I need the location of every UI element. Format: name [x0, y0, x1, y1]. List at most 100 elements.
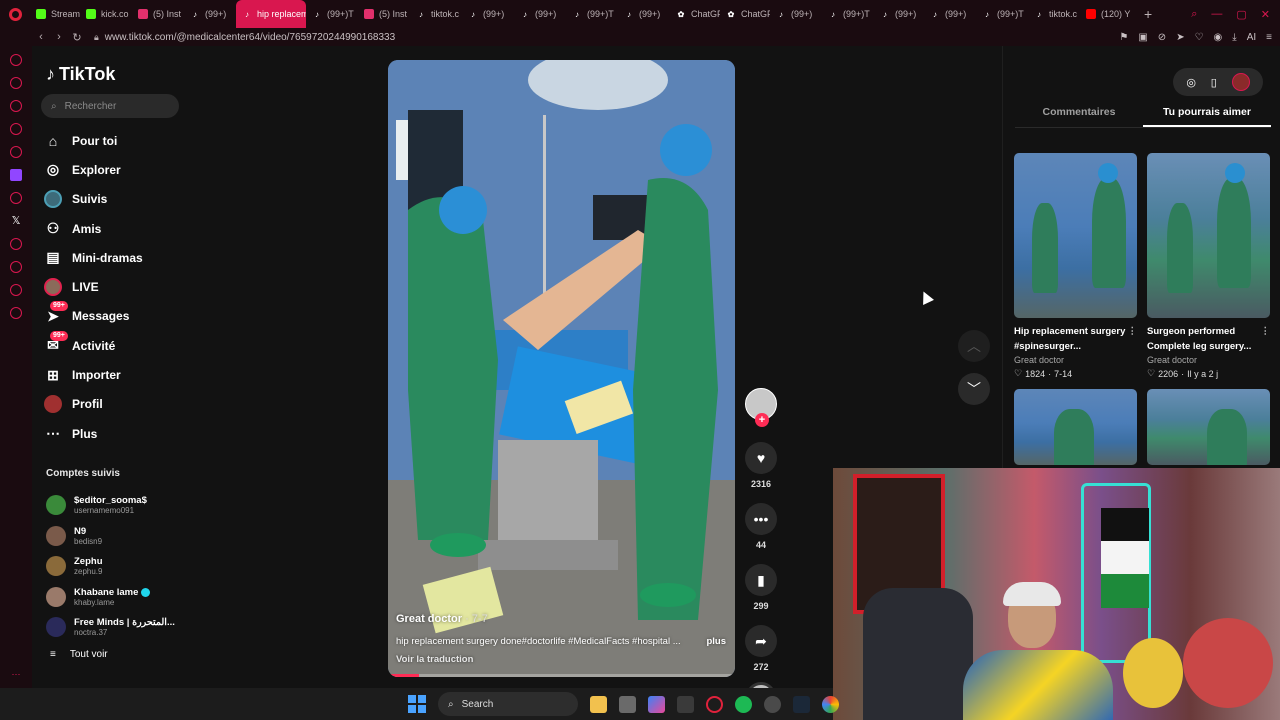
- card-menu-icon[interactable]: ⋮: [1261, 324, 1271, 354]
- user-avatar[interactable]: [1231, 73, 1250, 91]
- recommended-video-card[interactable]: Surgeon performed Complete leg surgery..…: [1147, 153, 1270, 379]
- caption-more-link[interactable]: plus: [706, 636, 726, 647]
- reload-icon[interactable]: ↻: [68, 31, 86, 44]
- browser-tab[interactable]: ♪ (99+)T: [566, 0, 618, 28]
- copilot-icon[interactable]: [648, 695, 665, 713]
- wallet-icon[interactable]: [10, 77, 22, 89]
- messenger-icon[interactable]: [10, 100, 22, 112]
- browser-tab[interactable]: ♪ (99+): [618, 0, 670, 28]
- followed-account[interactable]: N9 bedisn9: [46, 521, 196, 552]
- opera-taskbar-icon[interactable]: [706, 695, 723, 713]
- favorite-icon[interactable]: ♡: [1195, 32, 1204, 43]
- forward-icon[interactable]: ›: [50, 31, 68, 43]
- followed-account[interactable]: Zephu zephu.9: [46, 551, 196, 582]
- video-author[interactable]: Great doctor · 7-7: [396, 613, 488, 625]
- nav-item[interactable]: ➤ 99+ Messages: [44, 301, 194, 331]
- nav-item[interactable]: ⋯ Plus: [44, 419, 194, 448]
- snapshot-icon[interactable]: ▣: [1138, 32, 1147, 43]
- nav-item[interactable]: Suivis: [44, 185, 194, 214]
- music-icon[interactable]: [10, 192, 22, 204]
- search-input[interactable]: ⌕ Rechercher: [41, 94, 179, 118]
- video-thumbnail[interactable]: [1014, 389, 1137, 465]
- browser-tab[interactable]: (5) Inst: [132, 0, 184, 28]
- browser-tab[interactable]: kick.co: [80, 0, 132, 28]
- store-icon[interactable]: [619, 695, 636, 713]
- followed-account[interactable]: Free Minds | المتحررة... noctra.37: [46, 612, 196, 643]
- ai-button[interactable]: AI: [1247, 32, 1256, 43]
- video-thumbnail[interactable]: [1147, 153, 1270, 318]
- card-author[interactable]: Great doctor: [1014, 355, 1137, 365]
- nav-item[interactable]: ✉ 99+ Activité: [44, 330, 194, 360]
- extensions-icon[interactable]: [10, 284, 22, 296]
- recommended-video-card[interactable]: [1014, 389, 1137, 465]
- browser-tab[interactable]: ♪ (99+): [184, 0, 236, 28]
- browser-tab[interactable]: ♪ (99+)T: [822, 0, 874, 28]
- card-menu-icon[interactable]: ⋮: [1128, 324, 1138, 354]
- browser-tab[interactable]: ♪ (99+): [770, 0, 822, 28]
- translate-link[interactable]: Voir la traduction: [396, 654, 473, 665]
- bookmark-icon[interactable]: ⚑: [1119, 32, 1128, 43]
- browser-tab[interactable]: ♪ (99+): [514, 0, 566, 28]
- browser-tab[interactable]: ♪ (99+)T: [976, 0, 1028, 28]
- x-icon[interactable]: 𝕏: [10, 215, 22, 227]
- nav-item[interactable]: ⊞ Importer: [44, 360, 194, 389]
- url-field[interactable]: 🔒︎ www.tiktok.com/@medicalcenter64/video…: [94, 32, 395, 43]
- player-icon[interactable]: [10, 238, 22, 250]
- see-all-button[interactable]: ≡ Tout voir: [50, 649, 108, 660]
- browser-tab[interactable]: (120) Y: [1080, 0, 1136, 28]
- close-icon[interactable]: ✕: [1261, 8, 1270, 21]
- download-icon[interactable]: ⤓: [1232, 32, 1236, 43]
- browser-tab[interactable]: Stream: [30, 0, 80, 28]
- profile-icon[interactable]: ◉: [1214, 32, 1223, 43]
- browser-tab[interactable]: ♪ (99+)T: [306, 0, 358, 28]
- whatsapp-icon[interactable]: [10, 123, 22, 135]
- aria-icon[interactable]: [10, 54, 22, 66]
- spotify-icon[interactable]: [735, 695, 752, 713]
- video-progress-bar[interactable]: [388, 674, 735, 677]
- new-tab-icon[interactable]: +: [1136, 6, 1160, 22]
- nav-item[interactable]: Profil: [44, 390, 194, 419]
- taskbar-search[interactable]: ⌕ Search: [438, 692, 578, 716]
- send-icon[interactable]: ➤: [1176, 32, 1184, 43]
- browser-tab[interactable]: ♪ (99+): [874, 0, 924, 28]
- nav-item[interactable]: ⚇ Amis: [44, 214, 194, 243]
- previous-video-button[interactable]: ︿: [958, 330, 990, 362]
- nav-item[interactable]: ◎ Explorer: [44, 155, 194, 184]
- followed-account[interactable]: Khabane lame khaby.lame: [46, 582, 196, 613]
- tab-comments[interactable]: Commentaires: [1015, 104, 1143, 127]
- explore-icon[interactable]: ◎: [1186, 76, 1196, 89]
- sidebar-more-icon[interactable]: ⋯: [12, 669, 21, 680]
- video-thumbnail[interactable]: [1014, 153, 1137, 318]
- tab-active[interactable]: ♪ hip replaceme: [236, 0, 306, 28]
- back-icon[interactable]: ‹: [32, 31, 50, 43]
- tab-you-may-like[interactable]: Tu pourrais aimer: [1143, 104, 1271, 127]
- share-icon[interactable]: ➦: [745, 625, 777, 657]
- minimize-icon[interactable]: —: [1211, 8, 1222, 20]
- video-player[interactable]: Great doctor · 7-7 hip replacement surge…: [388, 60, 735, 677]
- next-video-button[interactable]: ﹀: [958, 373, 990, 405]
- chrome-icon[interactable]: [822, 695, 839, 713]
- card-author[interactable]: Great doctor: [1147, 355, 1270, 365]
- heart-icon[interactable]: ♥: [745, 442, 777, 474]
- windows-start-icon[interactable]: [408, 695, 426, 713]
- opera-logo-icon[interactable]: [0, 0, 30, 28]
- menu-icon[interactable]: ≡: [1266, 32, 1272, 43]
- browser-tab[interactable]: (5) Inst: [358, 0, 410, 28]
- file-explorer-icon[interactable]: [590, 695, 607, 713]
- followed-account[interactable]: $editor_sooma$ usernamemo091: [46, 490, 196, 521]
- device-icon[interactable]: ▯: [1211, 76, 1217, 89]
- browser-tab[interactable]: ♪ (99+): [924, 0, 976, 28]
- recommended-video-card[interactable]: Hip replacement surgery #spinesurger... ⋮…: [1014, 153, 1137, 379]
- history-icon[interactable]: [10, 261, 22, 273]
- browser-tab[interactable]: ✿ ChatGF: [720, 0, 770, 28]
- recommended-video-card[interactable]: [1147, 389, 1270, 465]
- steam-icon[interactable]: [793, 695, 810, 713]
- bookmark-icon[interactable]: ▮: [745, 564, 777, 596]
- browser-tab[interactable]: ♪ tiktok.c: [1028, 0, 1080, 28]
- calculator-icon[interactable]: [677, 695, 694, 713]
- twitch-icon[interactable]: [10, 169, 22, 181]
- comment-icon[interactable]: •••: [745, 503, 777, 535]
- nav-item[interactable]: ▤ Mini-dramas: [44, 243, 194, 272]
- maximize-icon[interactable]: ▢: [1236, 8, 1246, 21]
- search-tabs-icon[interactable]: ⌕: [1191, 8, 1197, 21]
